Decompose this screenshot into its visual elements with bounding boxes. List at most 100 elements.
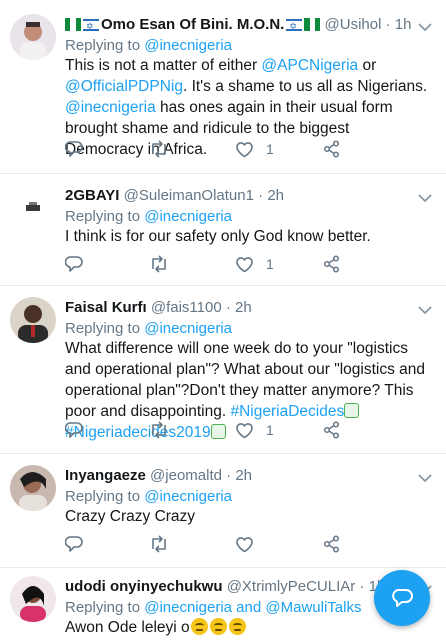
retweet-icon [152,255,166,273]
nigeria-flag-icon [304,18,321,31]
reply-button[interactable] [65,534,83,554]
replying-to: Replying to @inecnigeria [65,319,432,338]
user-handle[interactable]: @XtrimlyPeCULIAr [227,578,356,595]
retweet-icon [152,421,166,439]
share-icon [323,255,340,273]
reply-button[interactable] [65,420,83,440]
share-icon [323,535,340,553]
replying-label: Replying to [65,320,145,337]
like-count: 1 [266,256,274,272]
nigeria-flag-icon [65,18,81,31]
replying-to: Replying to @inecnigeria [65,487,432,506]
timestamp[interactable]: 2h [267,187,284,204]
like-icon [236,141,253,157]
replying-label: Replying to [65,37,145,54]
israel-flag-icon [286,17,303,34]
tweet-actions [65,534,365,556]
reply-icon [65,422,83,438]
retweet-button[interactable] [149,254,169,274]
reply-button[interactable] [65,254,83,274]
avatar[interactable] [10,297,56,343]
like-button[interactable] [235,534,254,554]
separator-dot: · [225,299,231,316]
display-name[interactable]: udodi onyinyechukwu [65,578,223,595]
separator-dot: · [385,16,391,33]
retweet-button[interactable] [149,139,169,159]
user-handle[interactable]: @jeomaltd [150,467,222,484]
like-count: 1 [266,141,274,157]
display-name[interactable]: Faisal Kurfı [65,299,147,316]
share-button[interactable] [323,139,341,159]
compose-reply-icon [392,589,413,607]
like-button[interactable]: 1 [235,420,274,440]
like-icon [236,422,253,438]
mention-link[interactable]: @inecnigeria [65,99,156,116]
separator-dot: · [359,578,365,595]
replying-conjunction: and [232,599,266,616]
avatar[interactable] [10,576,56,622]
text-segment: Awon Ode leleyi o [65,619,190,636]
tweet-text: Awon Ode leleyi o [65,617,432,638]
display-name[interactable]: 2GBAYI [65,187,119,204]
mention-link[interactable]: @inecnigeria [144,208,232,225]
tweet-actions: 1 [65,254,365,276]
tweet[interactable]: Omo Esan Of Bini. M.O.N. @Usihol · 1h Re… [0,0,446,174]
avatar[interactable] [10,14,56,60]
tweet-header: Omo Esan Of Bini. M.O.N. @Usihol · 1h [65,15,432,34]
text-segment: or [358,57,377,74]
timestamp[interactable]: 2h [235,299,252,316]
separator-dot: · [226,467,232,484]
share-icon [323,140,340,158]
tweet-header: 2GBAYI @SuleimanOlatun1 · 2h [65,186,432,205]
mention-link[interactable]: @MawuliTalks [265,599,361,616]
share-button[interactable] [323,534,341,554]
timestamp[interactable]: 2h [235,467,252,484]
display-name[interactable]: Inyangaeze [65,467,146,484]
rolling-eyes-emoji-icon [190,618,208,635]
separator-dot: · [258,187,264,204]
share-button[interactable] [323,254,341,274]
retweet-icon [152,140,166,158]
tweet-text: Crazy Crazy Crazy [65,508,196,525]
like-icon [236,256,253,272]
tweet[interactable]: Inyangaeze @jeomaltd · 2h Replying to @i… [0,454,446,568]
replying-to: Replying to @inecnigeria [65,36,432,55]
user-handle[interactable]: @fais1100 [151,299,222,316]
israel-flag-icon [83,17,99,34]
mention-link[interactable]: @inecnigeria [144,488,232,505]
retweet-button[interactable] [149,420,169,440]
avatar[interactable] [10,185,56,231]
text-segment: This is not a matter of either [65,57,262,74]
avatar[interactable] [10,465,56,511]
user-handle[interactable]: @Usihol [325,16,382,33]
hashtag-link[interactable]: #NigeriaDecides [230,403,344,420]
replying-label: Replying to [65,599,145,616]
tweet[interactable]: 2GBAYI @SuleimanOlatun1 · 2h Replying to… [0,174,446,286]
mention-link[interactable]: @inecnigeria [144,320,232,337]
replying-to: Replying to @inecnigeria [65,207,432,226]
like-icon [236,536,253,552]
tweet[interactable]: Faisal Kurfı @fais1100 · 2h Replying to … [0,286,446,454]
mention-link[interactable]: @inecnigeria [144,37,232,54]
share-button[interactable] [323,420,341,440]
like-button[interactable]: 1 [235,254,274,274]
mention-link[interactable]: @APCNigeria [261,57,358,74]
timestamp[interactable]: 1h [395,16,412,33]
display-name[interactable]: Omo Esan Of Bini. M.O.N. [101,16,284,33]
like-button[interactable]: 1 [235,139,274,159]
tweet-actions: 1 [65,139,365,161]
tweet-actions: 1 [65,420,365,442]
share-icon [323,421,340,439]
rolling-eyes-emoji-icon [209,618,227,635]
mention-link[interactable]: @OfficialPDPNig [65,78,183,95]
compose-reply-button[interactable] [374,570,430,626]
reply-icon [65,256,83,272]
text-segment: . It's a shame to us all as Nigerians. [182,78,428,95]
reply-icon [65,536,83,552]
reply-button[interactable] [65,139,83,159]
tweet-header: Faisal Kurfı @fais1100 · 2h [65,298,432,317]
mention-link[interactable]: @inecnigeria [144,599,232,616]
user-handle[interactable]: @SuleimanOlatun1 [124,187,254,204]
hashtag-emoji-icon [344,403,360,418]
retweet-button[interactable] [149,534,169,554]
